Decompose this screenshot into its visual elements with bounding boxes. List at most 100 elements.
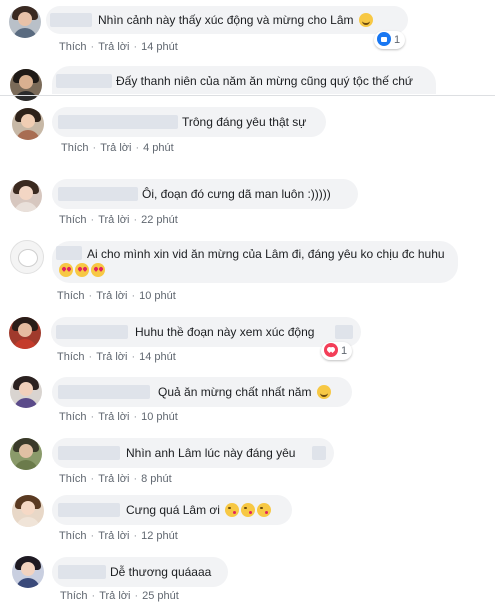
- comment-text: Ai cho mình xin vid ăn mừng của Lâm đi, …: [57, 246, 449, 278]
- avatar[interactable]: [9, 6, 41, 38]
- reaction-count[interactable]: 1: [374, 31, 406, 49]
- comment-text: Cưng quá Lâm ơi: [126, 502, 272, 518]
- avatar[interactable]: [10, 376, 42, 408]
- commenter-name-blurred[interactable]: [58, 565, 106, 579]
- avatar-face: [18, 249, 38, 267]
- avatar-face: [19, 444, 33, 458]
- avatar-body: [14, 202, 38, 212]
- comment-actions: Thích · Trả lời · 25 phút: [60, 590, 179, 602]
- avatar[interactable]: [12, 108, 44, 140]
- avatar-body: [14, 398, 38, 408]
- comment-bubble: Huhu thề đoạn này xem xúc động: [51, 317, 361, 347]
- comment-time[interactable]: 10 phút: [141, 411, 178, 423]
- like-link[interactable]: Thích: [59, 473, 87, 485]
- avatar[interactable]: [10, 240, 44, 274]
- avatar[interactable]: [10, 180, 42, 212]
- like-link[interactable]: Thích: [59, 411, 87, 423]
- avatar-body: [13, 28, 37, 38]
- like-link[interactable]: Thích: [57, 290, 85, 302]
- like-link[interactable]: Thích: [59, 530, 87, 542]
- avatar[interactable]: [12, 556, 44, 588]
- avatar-face: [21, 114, 35, 128]
- heart-eyes-emoji-icon: [59, 263, 73, 277]
- comment-time[interactable]: 22 phút: [141, 214, 178, 226]
- reply-link[interactable]: Trả lời: [96, 351, 127, 363]
- comment-bubble: Cưng quá Lâm ơi: [52, 495, 292, 525]
- like-reaction-icon: [377, 32, 391, 46]
- comment-time[interactable]: 14 phút: [139, 351, 176, 363]
- comment-bubble: Nhìn anh Lâm lúc này đáng yêu: [52, 438, 334, 468]
- comment-bubble: Nhìn cảnh này thấy xúc động và mừng cho …: [46, 6, 408, 34]
- avatar-face: [21, 501, 35, 515]
- reply-link[interactable]: Trả lời: [99, 590, 130, 602]
- reply-link[interactable]: Trả lời: [98, 473, 129, 485]
- comment-bubble: Ôi, đoạn đó cưng dã man luôn :))))): [52, 179, 358, 209]
- kissing-emoji-icon: [257, 503, 272, 517]
- like-link[interactable]: Thích: [59, 214, 87, 226]
- comment-time[interactable]: 4 phút: [143, 142, 174, 154]
- like-link[interactable]: Thích: [60, 590, 88, 602]
- commenter-name-blurred[interactable]: [58, 187, 138, 201]
- reply-link[interactable]: Trả lời: [98, 214, 129, 226]
- comment-bubble: Trông đáng yêu thật sự: [52, 107, 326, 137]
- avatar-face: [19, 186, 33, 200]
- blurred-text: [312, 446, 326, 460]
- commenter-name-blurred[interactable]: [58, 503, 120, 517]
- commenter-name-blurred[interactable]: [58, 446, 120, 460]
- comment-text: Nhìn anh Lâm lúc này đáng yêu: [126, 446, 296, 460]
- comment-text: Huhu thề đoạn này xem xúc động: [135, 325, 315, 339]
- comment-time[interactable]: 8 phút: [141, 473, 172, 485]
- like-link[interactable]: Thích: [57, 351, 85, 363]
- comment-actions: Thích · Trả lời · 10 phút: [59, 411, 178, 423]
- kissing-emoji-icon: [225, 503, 240, 517]
- reply-link[interactable]: Trả lời: [98, 530, 129, 542]
- like-link[interactable]: Thích: [59, 41, 87, 53]
- avatar-body: [13, 339, 37, 349]
- commenter-name-blurred[interactable]: [56, 325, 128, 339]
- comment-actions: Thích · Trả lời · 22 phút: [59, 214, 178, 226]
- avatar-body: [14, 460, 38, 470]
- comment-text: Nhìn cảnh này thấy xúc động và mừng cho …: [98, 12, 373, 28]
- comment-text: Dễ thương quáaaa: [110, 565, 212, 579]
- avatar-face: [21, 562, 35, 576]
- avatar-face: [19, 382, 33, 396]
- comment-actions: Thích · Trả lời · 4 phút: [61, 142, 174, 154]
- comment-bubble: Đấy thanh niên của năm ăn mừng cũng quý …: [52, 66, 436, 94]
- comment-time[interactable]: 25 phút: [142, 590, 179, 602]
- commenter-name-blurred[interactable]: [50, 13, 92, 27]
- avatar[interactable]: [10, 69, 42, 101]
- comment-actions: Thích · Trả lời · 12 phút: [59, 530, 178, 542]
- comment-time[interactable]: 14 phút: [141, 41, 178, 53]
- reaction-count[interactable]: 1: [321, 342, 353, 360]
- comment-text: Ôi, đoạn đó cưng dã man luôn :))))): [142, 187, 331, 201]
- avatar-face: [18, 323, 32, 337]
- avatar-body: [14, 91, 38, 101]
- reply-link[interactable]: Trả lời: [98, 41, 129, 53]
- avatar-face: [18, 12, 32, 26]
- avatar-face: [19, 75, 33, 89]
- avatar-body: [16, 517, 40, 527]
- like-link[interactable]: Thích: [61, 142, 89, 154]
- comment-actions: Thích · Trả lời · 14 phút: [57, 351, 176, 363]
- comment-text: Trông đáng yêu thật sự: [182, 115, 307, 129]
- commenter-name-blurred[interactable]: [56, 74, 112, 88]
- comment-bubble: Ai cho mình xin vid ăn mừng của Lâm đi, …: [52, 241, 458, 283]
- comment-actions: Thích · Trả lời · 10 phút: [57, 290, 176, 302]
- comment-time[interactable]: 10 phút: [139, 290, 176, 302]
- reply-link[interactable]: Trả lời: [100, 142, 131, 154]
- reply-link[interactable]: Trả lời: [98, 411, 129, 423]
- blurred-text: [335, 325, 353, 339]
- love-reaction-icon: [324, 343, 338, 357]
- avatar-body: [16, 578, 40, 588]
- commenter-name-blurred[interactable]: [58, 385, 150, 399]
- comment-bubble: Quả ăn mừng chất nhất năm: [52, 377, 352, 407]
- avatar-body: [16, 130, 40, 140]
- heart-eyes-emoji-icon: [75, 263, 89, 277]
- avatar[interactable]: [9, 317, 41, 349]
- avatar[interactable]: [12, 495, 44, 527]
- comment-time[interactable]: 12 phút: [141, 530, 178, 542]
- comment-text: Quả ăn mừng chất nhất năm: [158, 384, 331, 400]
- avatar[interactable]: [10, 438, 42, 470]
- reply-link[interactable]: Trả lời: [96, 290, 127, 302]
- commenter-name-blurred[interactable]: [58, 115, 178, 129]
